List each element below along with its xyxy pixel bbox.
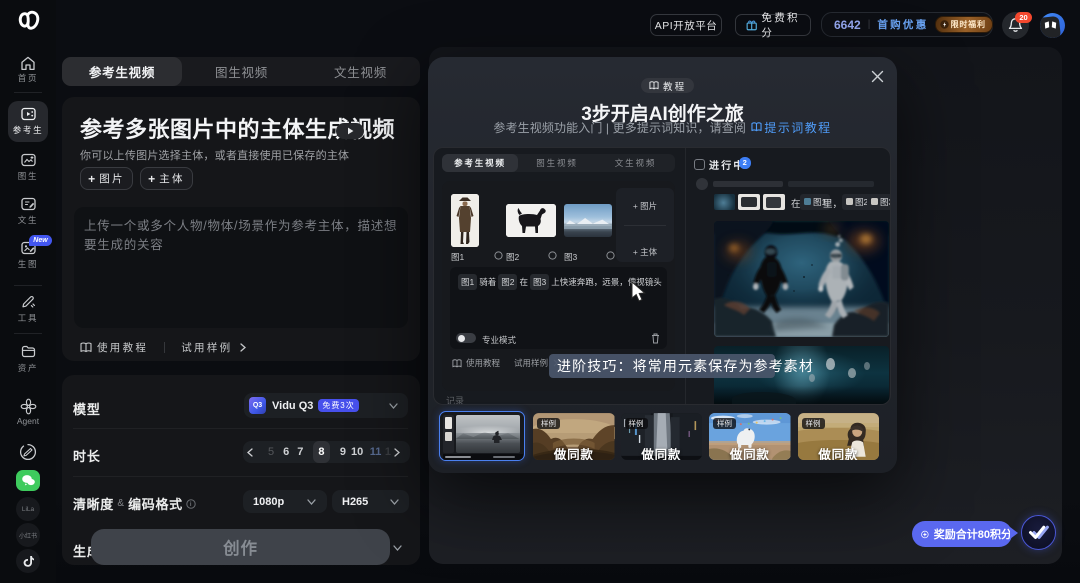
svg-text:i: i: [190, 501, 192, 508]
